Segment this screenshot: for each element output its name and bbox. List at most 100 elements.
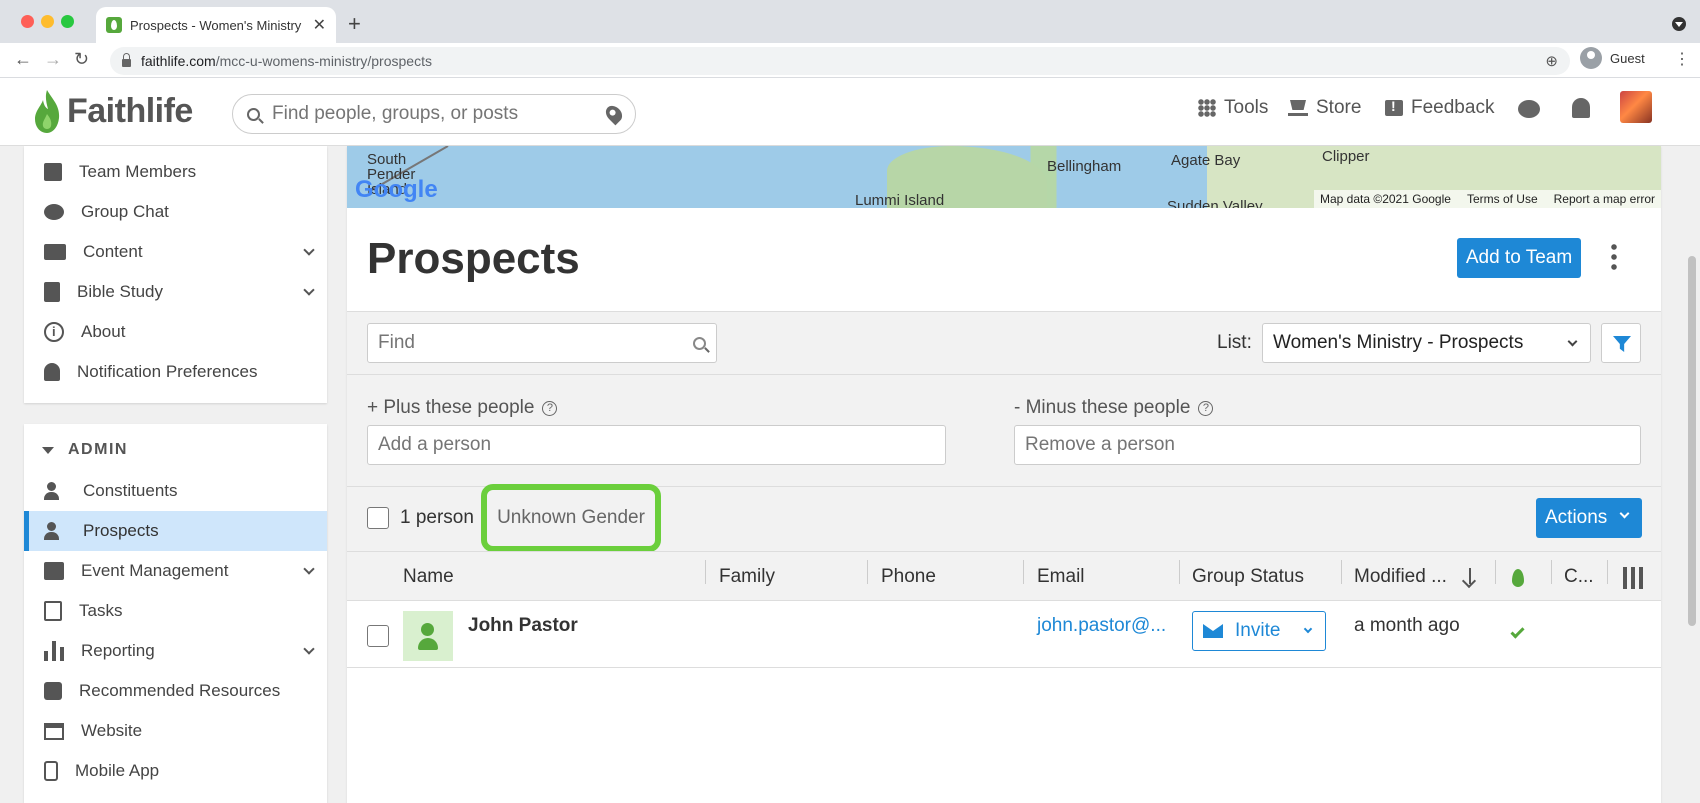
person-email[interactable]: john.pastor@... <box>1037 615 1166 637</box>
column-chooser-icon[interactable] <box>1623 567 1643 589</box>
select-all-checkbox[interactable] <box>367 507 389 529</box>
chevron-down-icon[interactable] <box>303 563 315 575</box>
close-window-button[interactable] <box>21 15 34 28</box>
map-terms-link[interactable]: Terms of Use <box>1467 192 1538 206</box>
find-box[interactable] <box>367 323 717 363</box>
table-row[interactable]: John Pastor john.pastor@... Invite a mon… <box>347 601 1661 668</box>
column-divider[interactable] <box>1607 560 1608 584</box>
column-email[interactable]: Email <box>1037 566 1085 588</box>
main-panel: South Pender Island Bellingham Agate Bay… <box>347 146 1661 803</box>
close-tab-icon[interactable]: ✕ <box>313 15 326 35</box>
sidebar-item-bible-study[interactable]: Bible Study <box>24 272 327 312</box>
add-person-input[interactable] <box>367 425 946 465</box>
help-icon[interactable]: ? <box>1198 400 1214 416</box>
bible-icon <box>44 282 60 302</box>
column-name[interactable]: Name <box>403 566 454 588</box>
browser-menu-icon[interactable]: ⋮ <box>1674 49 1690 69</box>
back-icon[interactable]: ← <box>14 49 32 70</box>
column-group-status[interactable]: Group Status <box>1192 566 1304 588</box>
address-bar[interactable]: faithlife.com/mcc-u-womens-ministry/pros… <box>110 47 1570 75</box>
add-to-team-button[interactable]: Add to Team <box>1457 238 1581 278</box>
column-divider[interactable] <box>1341 560 1342 584</box>
column-divider[interactable] <box>867 560 868 584</box>
map-report-link[interactable]: Report a map error <box>1554 192 1655 206</box>
sidebar-item-label: Prospects <box>83 521 159 540</box>
chevron-down-icon[interactable] <box>303 244 315 256</box>
admin-section-toggle[interactable]: ADMIN <box>42 441 128 459</box>
maximize-window-button[interactable] <box>61 15 74 28</box>
logo-text: Faithlife <box>67 91 193 130</box>
feedback-label: Feedback <box>1411 97 1495 118</box>
sidebar-item-reporting[interactable]: Reporting <box>24 631 327 671</box>
sidebar-item-group-chat[interactable]: Group Chat <box>24 192 327 232</box>
chevron-down-icon <box>1619 508 1630 519</box>
faithlife-flame-icon[interactable] <box>1512 569 1524 587</box>
new-tab-icon[interactable]: + <box>348 11 361 37</box>
column-divider[interactable] <box>1023 560 1024 584</box>
forward-icon[interactable]: → <box>44 49 62 70</box>
column-divider[interactable] <box>1551 560 1552 584</box>
column-c[interactable]: C... <box>1564 566 1594 588</box>
more-options-icon[interactable] <box>1611 242 1617 272</box>
sidebar-item-constituents[interactable]: Constituents <box>24 471 327 511</box>
search-input[interactable] <box>272 103 607 125</box>
column-divider[interactable] <box>1179 560 1180 584</box>
column-divider[interactable] <box>1495 560 1496 584</box>
column-family[interactable]: Family <box>719 566 775 588</box>
list-select[interactable]: Women's Ministry - Prospects <box>1262 323 1591 363</box>
results-bar: 1 person Unknown Gender Actions <box>347 484 1661 552</box>
sidebar-item-event-management[interactable]: Event Management <box>24 551 327 591</box>
chevron-down-icon[interactable] <box>303 284 315 296</box>
prospects-icon <box>44 522 66 540</box>
user-avatar[interactable] <box>1620 91 1652 123</box>
sidebar-item-team-members[interactable]: Team Members <box>24 152 327 192</box>
sort-descending-icon[interactable] <box>1469 568 1471 584</box>
tools-link[interactable]: Tools <box>1198 97 1268 119</box>
notifications-icon[interactable] <box>1572 98 1590 118</box>
map-data-credit: Map data ©2021 Google <box>1320 192 1451 206</box>
invite-button[interactable]: Invite <box>1192 611 1326 651</box>
tab-search-icon[interactable] <box>1672 17 1686 31</box>
sidebar-item-label: About <box>81 322 126 341</box>
messages-icon[interactable] <box>1518 100 1540 118</box>
chevron-down-icon[interactable] <box>303 643 315 655</box>
faithlife-logo[interactable]: Faithlife <box>33 88 193 134</box>
help-icon[interactable]: ? <box>542 400 558 416</box>
sidebar-item-recommended-resources[interactable]: Recommended Resources <box>24 671 327 711</box>
filter-button[interactable] <box>1601 323 1641 363</box>
sidebar-item-label: Team Members <box>79 162 197 181</box>
reload-icon[interactable]: ↻ <box>74 49 89 70</box>
remove-person-input[interactable] <box>1014 425 1641 465</box>
minimize-window-button[interactable] <box>41 15 54 28</box>
feedback-link[interactable]: Feedback <box>1385 97 1494 119</box>
tab-title: Prospects - Women's Ministry <box>130 17 302 33</box>
sidebar-item-notification-preferences[interactable]: Notification Preferences <box>24 352 327 392</box>
browser-tab[interactable]: Prospects - Women's Ministry ✕ <box>96 7 336 43</box>
scrollbar-thumb[interactable] <box>1688 256 1696 626</box>
sidebar-item-mobile-app[interactable]: Mobile App <box>24 751 327 791</box>
column-phone[interactable]: Phone <box>881 566 936 588</box>
sidebar-item-website[interactable]: Website <box>24 711 327 751</box>
sidebar-item-prospects[interactable]: Prospects <box>24 511 327 551</box>
sidebar-item-tasks[interactable]: Tasks <box>24 591 327 631</box>
sidebar-item-label: Website <box>81 721 143 740</box>
search-icon <box>693 336 706 350</box>
sidebar-item-content[interactable]: Content <box>24 232 327 272</box>
actions-button[interactable]: Actions <box>1536 498 1642 538</box>
find-input[interactable] <box>378 332 693 354</box>
group-nav-card: Team Members Group Chat Content Bible St… <box>24 146 327 403</box>
zoom-icon[interactable]: ⊕ <box>1545 52 1558 70</box>
column-divider[interactable] <box>705 560 706 584</box>
unknown-gender-filter[interactable]: Unknown Gender <box>481 484 661 552</box>
global-search[interactable] <box>232 94 636 134</box>
person-name[interactable]: John Pastor <box>468 615 578 637</box>
column-modified[interactable]: Modified ... <box>1354 566 1447 588</box>
page-scrollbar[interactable] <box>1684 146 1700 803</box>
row-checkbox[interactable] <box>367 625 389 647</box>
sidebar-item-label: Group Chat <box>81 202 169 221</box>
group-map[interactable]: South Pender Island Bellingham Agate Bay… <box>347 146 1661 208</box>
profile-button[interactable]: Guest <box>1580 47 1645 69</box>
google-attribution: Google <box>355 176 438 203</box>
store-link[interactable]: Store <box>1288 97 1361 119</box>
sidebar-item-about[interactable]: About <box>24 312 327 352</box>
